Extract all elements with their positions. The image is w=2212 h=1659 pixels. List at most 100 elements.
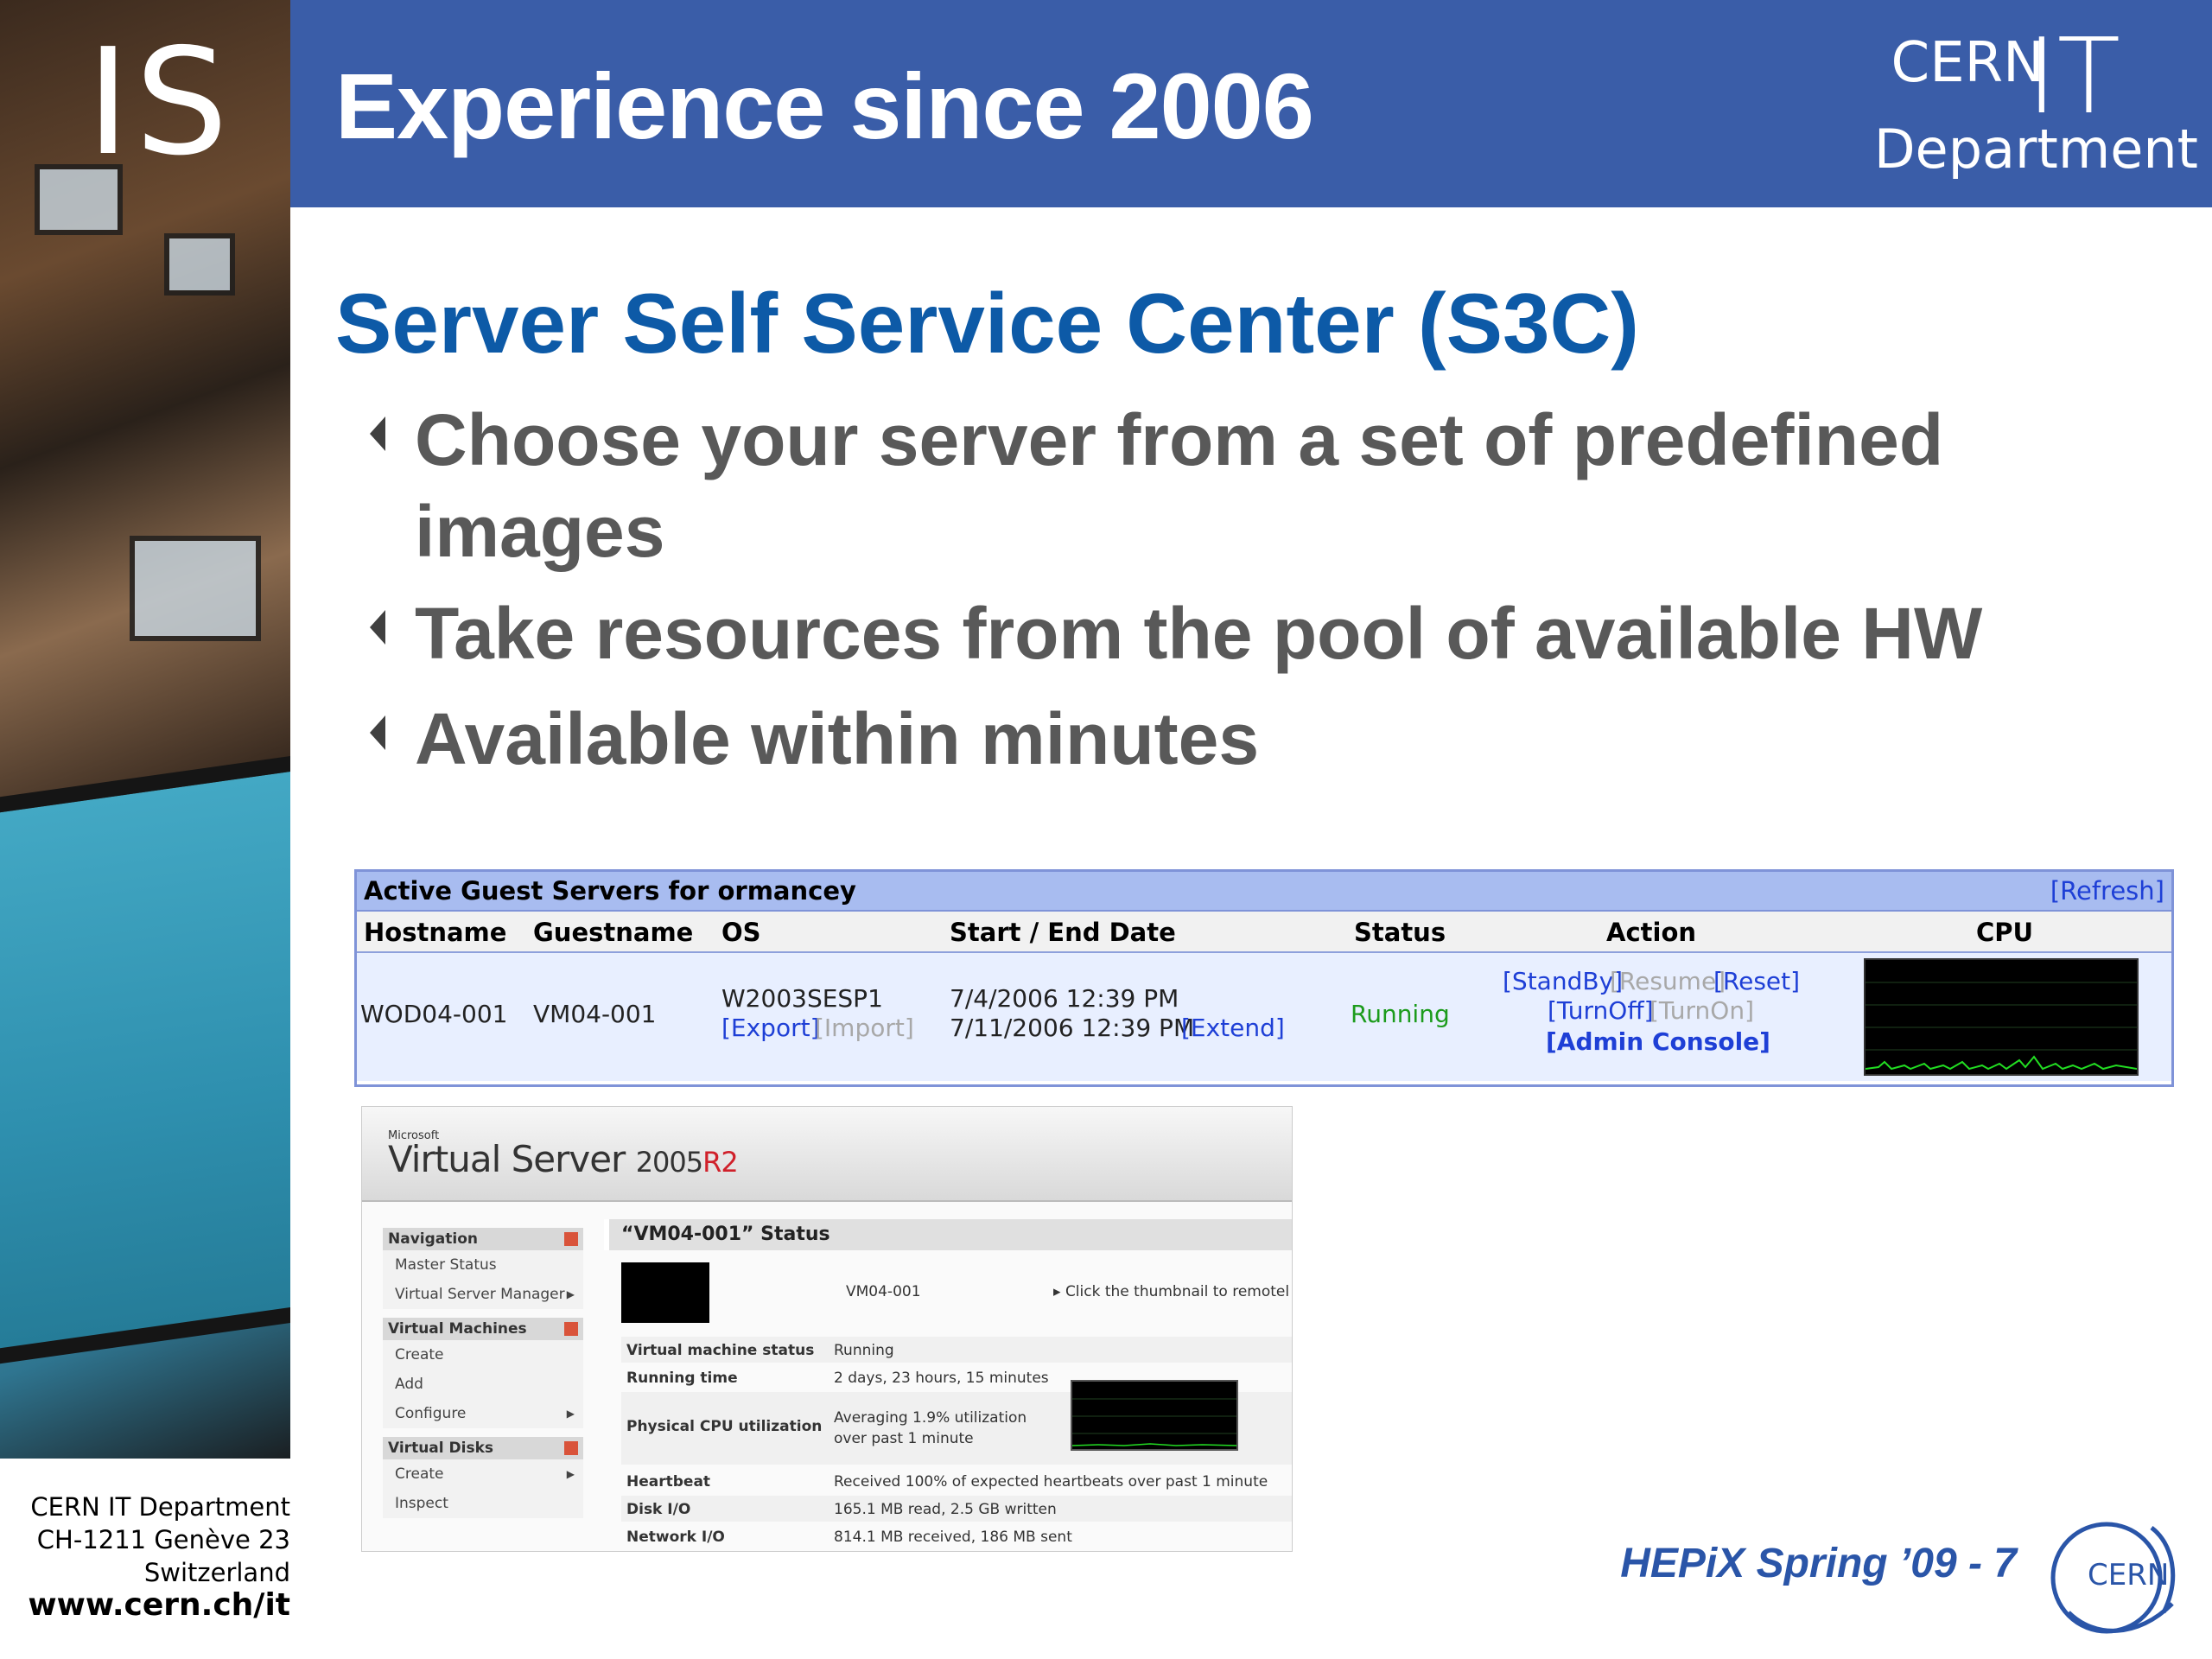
column-header: OS bbox=[721, 918, 761, 947]
cpu-mini-svg bbox=[1071, 1398, 1237, 1446]
detail-row: Disk I/O 165.1 MB read, 2.5 GB written bbox=[621, 1496, 1292, 1522]
bullet-item: Take resources from the pool of availabl… bbox=[370, 588, 2056, 679]
nav-section-header[interactable]: Virtual Disks bbox=[383, 1437, 583, 1459]
detail-row: Heartbeat Received 100% of expected hear… bbox=[621, 1468, 1292, 1494]
vs-navigation: Navigation Master Status Virtual Server … bbox=[383, 1219, 583, 1518]
vm-status-title: “VM04-001” Status bbox=[604, 1219, 1292, 1250]
detail-value: Running bbox=[834, 1342, 894, 1359]
end-date-cell: 7/11/2006 12:39 PM bbox=[950, 1014, 1195, 1042]
detail-key: Running time bbox=[626, 1370, 738, 1387]
detail-value: Received 100% of expected heartbeats ove… bbox=[834, 1473, 1268, 1491]
address-line: Switzerland bbox=[143, 1558, 290, 1587]
bullet-text: Choose your server from a set of predefi… bbox=[415, 399, 1944, 572]
cpu-utilization-graph bbox=[1071, 1380, 1238, 1451]
nav-section-header[interactable]: Navigation bbox=[383, 1228, 583, 1250]
detail-value: 2 days, 23 hours, 15 minutes bbox=[834, 1370, 1049, 1387]
detail-row: Network I/O 814.1 MB received, 186 MB se… bbox=[621, 1523, 1292, 1549]
collapse-icon[interactable] bbox=[564, 1322, 578, 1336]
nav-item-label: Create bbox=[395, 1465, 444, 1483]
nav-item-add-vm[interactable]: Add bbox=[383, 1370, 583, 1399]
cern-emblem-icon: CERN bbox=[2050, 1522, 2176, 1634]
vm-name-label: VM04-001 bbox=[846, 1283, 921, 1300]
thumbnail-hint-text: Click the thumbnail to remotel bbox=[1065, 1283, 1290, 1300]
thumbnail-hint[interactable]: ▸ Click the thumbnail to remotel bbox=[1053, 1283, 1289, 1300]
section-heading: Server Self Service Center (S3C) bbox=[335, 276, 1639, 371]
nav-item-label: Virtual Server Manager bbox=[395, 1286, 565, 1303]
virtual-server-screenshot: Microsoft Virtual Server 2005R2 Navigati… bbox=[361, 1106, 1293, 1552]
nav-item-virtual-server-manager[interactable]: Virtual Server Manager ▶ bbox=[383, 1280, 583, 1309]
status-running-text: Running bbox=[1351, 1000, 1450, 1028]
column-header: Start / End Date bbox=[950, 918, 1176, 947]
cern-it-department-logo: CERN IT Department bbox=[1766, 26, 2198, 181]
detail-key: Disk I/O bbox=[626, 1501, 691, 1518]
detail-key: Heartbeat bbox=[626, 1473, 711, 1491]
laptop-photo bbox=[130, 536, 261, 641]
column-header: Hostname bbox=[364, 918, 507, 947]
export-link[interactable]: [Export] bbox=[721, 1014, 820, 1042]
collapse-icon[interactable] bbox=[564, 1441, 578, 1455]
cpu-graph-svg bbox=[1865, 982, 2138, 1071]
submenu-arrow-icon: ▶ bbox=[566, 1468, 575, 1480]
extend-link[interactable]: [Extend] bbox=[1181, 1014, 1285, 1042]
detail-row: Virtual machine status Running bbox=[621, 1337, 1292, 1363]
import-link: [Import] bbox=[815, 1014, 914, 1042]
nav-item-label: Configure bbox=[395, 1405, 467, 1422]
table-title-bar: Active Guest Servers for ormancey [Refre… bbox=[357, 872, 2171, 912]
cpu-graph bbox=[1864, 958, 2139, 1076]
nav-section-header[interactable]: Virtual Machines bbox=[383, 1318, 583, 1340]
footer-address: CERN IT Department CH-1211 Genève 23 Swi… bbox=[0, 1491, 290, 1622]
detail-value: 165.1 MB read, 2.5 GB written bbox=[834, 1501, 1057, 1518]
turnon-link: [TurnOn] bbox=[1649, 996, 1754, 1025]
standby-link[interactable]: [StandBy] bbox=[1503, 967, 1623, 995]
nav-item-create-disk[interactable]: Create ▶ bbox=[383, 1459, 583, 1489]
vs-product-name: Virtual Server bbox=[388, 1138, 626, 1180]
bullet-item: Available within minutes bbox=[370, 693, 2056, 785]
is-logo: IS bbox=[86, 17, 234, 188]
laptop-screen-photo bbox=[0, 753, 290, 1369]
collapse-icon[interactable] bbox=[564, 1232, 578, 1246]
nav-section-label: Navigation bbox=[388, 1230, 478, 1248]
resume-link: [Resume] bbox=[1610, 967, 1726, 995]
vs-release: R2 bbox=[702, 1146, 739, 1179]
cern-emblem-logo: CERN bbox=[2043, 1491, 2198, 1647]
refresh-link[interactable]: [Refresh] bbox=[2050, 872, 2164, 910]
os-cell: W2003SESP1 bbox=[721, 984, 883, 1013]
website-link[interactable]: www.cern.ch/it bbox=[0, 1589, 290, 1622]
column-header: CPU bbox=[1976, 918, 2034, 947]
address-line: CERN IT Department bbox=[30, 1492, 290, 1522]
nav-item-master-status[interactable]: Master Status bbox=[383, 1250, 583, 1280]
start-date-cell: 7/4/2006 12:39 PM bbox=[950, 984, 1179, 1013]
bullet-arrow-icon bbox=[370, 715, 385, 750]
nav-item-configure[interactable]: Configure ▶ bbox=[383, 1399, 583, 1428]
detail-key: Virtual machine status bbox=[626, 1342, 815, 1359]
detail-key: Network I/O bbox=[626, 1529, 725, 1546]
table-header-row: Hostname Guestname OS Start / End Date S… bbox=[357, 912, 2171, 953]
slide-title: Experience since 2006 bbox=[335, 54, 1314, 158]
s3c-guest-servers-table: Active Guest Servers for ormancey [Refre… bbox=[354, 869, 2174, 1087]
header-bar: Experience since 2006 CERN IT Department bbox=[290, 0, 2212, 207]
reset-link[interactable]: [Reset] bbox=[1713, 967, 1800, 995]
column-header: Guestname bbox=[533, 918, 694, 947]
vs-header: Microsoft Virtual Server 2005R2 bbox=[362, 1107, 1292, 1202]
admin-console-link[interactable]: [Admin Console] bbox=[1546, 1027, 1770, 1056]
vs-product-title: Virtual Server 2005R2 bbox=[388, 1138, 739, 1180]
nav-section-label: Virtual Machines bbox=[388, 1320, 527, 1338]
vm-thumbnail[interactable] bbox=[621, 1262, 709, 1323]
logo-cern-text: CERN bbox=[1891, 31, 2044, 95]
submenu-arrow-icon: ▶ bbox=[566, 1408, 575, 1420]
nav-item-create-vm[interactable]: Create bbox=[383, 1340, 583, 1370]
nav-section-label: Virtual Disks bbox=[388, 1440, 493, 1457]
bullet-text: Take resources from the pool of availabl… bbox=[415, 593, 1983, 674]
turnoff-link[interactable]: [TurnOff] bbox=[1548, 996, 1654, 1025]
table-row: WOD04-001 VM04-001 W2003SESP1 [Export] [… bbox=[357, 953, 2171, 1081]
guestname-cell: VM04-001 bbox=[533, 1000, 657, 1028]
address-line: CH-1211 Genève 23 bbox=[36, 1525, 290, 1554]
bullet-item: Choose your server from a set of predefi… bbox=[370, 394, 2056, 577]
emblem-text: CERN bbox=[2088, 1558, 2169, 1592]
event-footer-label: HEPiX Spring ’09 - 7 bbox=[1620, 1541, 2017, 1586]
nav-item-inspect-disk[interactable]: Inspect bbox=[383, 1489, 583, 1518]
left-photo-strip: IS bbox=[0, 0, 290, 1459]
bullet-text: Available within minutes bbox=[415, 698, 1260, 779]
laptop-photo bbox=[164, 233, 235, 296]
bullet-arrow-icon bbox=[370, 416, 385, 451]
